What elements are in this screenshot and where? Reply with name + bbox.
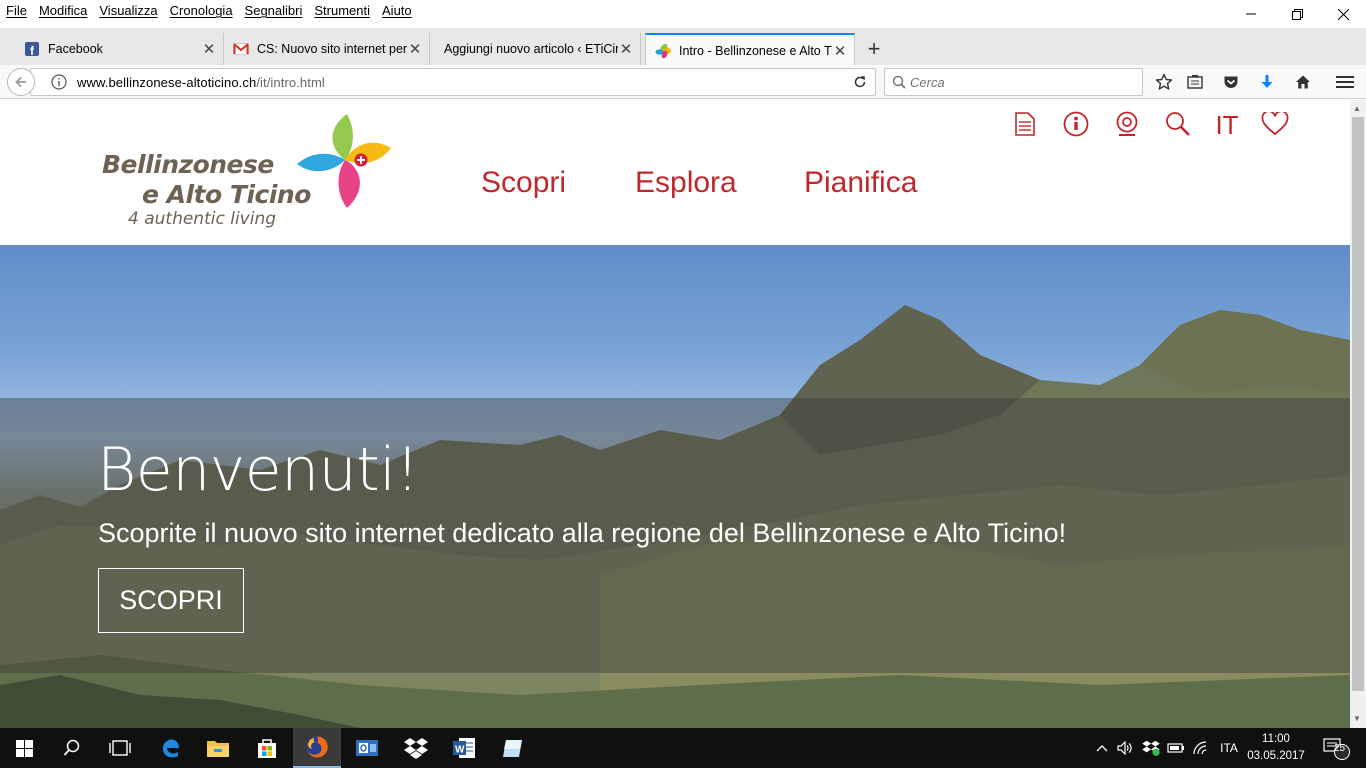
dropbox-icon[interactable] [392, 728, 440, 768]
site-flower-icon [655, 43, 671, 59]
page-scrollbar[interactable]: ▲ ▼ [1350, 100, 1366, 728]
site-search-icon[interactable] [1164, 110, 1192, 138]
reload-icon[interactable] [849, 71, 871, 93]
bookmark-star-icon[interactable] [1153, 71, 1175, 93]
menu-cronologia[interactable]: Cronologia [170, 3, 233, 18]
tab-gmail[interactable]: CS: Nuovo sito internet per i ✕ [225, 33, 430, 65]
brochure-icon[interactable] [1011, 110, 1039, 138]
tab-wordpress[interactable]: Aggiungi nuovo articolo ‹ ETiCin ✕ [431, 33, 641, 65]
scroll-up-arrow-icon[interactable]: ▲ [1353, 104, 1361, 113]
system-clock[interactable]: 11:00 03.05.2017 [1246, 731, 1306, 765]
back-button[interactable] [7, 68, 35, 96]
close-window-button[interactable] [1320, 0, 1366, 28]
facebook-icon: f [24, 41, 40, 57]
word-icon[interactable]: W [440, 728, 488, 768]
close-tab-icon[interactable]: ✕ [832, 42, 848, 60]
menu-strumenti[interactable]: Strumenti [314, 3, 370, 18]
site-info-icon[interactable] [49, 72, 69, 92]
close-tab-icon[interactable]: ✕ [618, 40, 634, 58]
url-path: /it/intro.html [256, 74, 325, 90]
url-domain: www.bellinzonese-altoticino.ch [77, 74, 257, 90]
favorites-heart-icon[interactable] [1261, 110, 1289, 138]
url-text[interactable]: www.bellinzonese-altoticino.ch/it/intro.… [77, 75, 325, 90]
close-tab-icon[interactable]: ✕ [407, 40, 423, 58]
close-tab-icon[interactable]: ✕ [201, 40, 217, 58]
task-view-icon[interactable] [96, 728, 144, 768]
nav-pianifica[interactable]: Pianifica [804, 166, 917, 200]
menu-aiuto[interactable]: Aiuto [382, 3, 412, 18]
notes-app-icon[interactable] [489, 728, 537, 768]
nav-esplora[interactable]: Esplora [635, 166, 737, 200]
hamburger-menu-icon[interactable] [1334, 71, 1356, 93]
navigation-toolbar: www.bellinzonese-altoticino.ch/it/intro.… [0, 65, 1366, 99]
hero-scopri-button[interactable]: SCOPRI [98, 568, 244, 633]
windows-start-icon[interactable] [0, 728, 48, 768]
menu-bar: File Modifica Visualizza Cronologia Segn… [0, 0, 1366, 22]
menu-modifica[interactable]: Modifica [39, 3, 87, 18]
hero-title: Benvenuti! [97, 435, 419, 505]
logo-line1[interactable]: Bellinzonese [102, 150, 274, 179]
action-center-icon[interactable]: 25 [1320, 728, 1354, 768]
taskbar-search-icon[interactable] [48, 728, 96, 768]
dropbox-sync-icon[interactable] [1141, 728, 1161, 768]
tab-title: CS: Nuovo sito internet per i [257, 42, 407, 56]
site-header: Bellinzonese e Alto Ticino 4 authentic l… [0, 100, 1350, 245]
minimize-button[interactable] [1228, 0, 1274, 28]
restore-button[interactable] [1274, 0, 1320, 28]
file-explorer-icon[interactable] [194, 728, 242, 768]
volume-icon[interactable] [1116, 728, 1134, 768]
menu-visualizza[interactable]: Visualizza [99, 3, 157, 18]
language-selector[interactable]: IT [1212, 110, 1242, 140]
hero-banner: Benvenuti! Scoprite il nuovo sito intern… [0, 245, 1350, 728]
tab-intro-active[interactable]: Intro - Bellinzonese e Alto Ti ✕ [645, 33, 855, 66]
search-bar[interactable] [884, 68, 1143, 96]
battery-icon[interactable] [1166, 728, 1186, 768]
windows-taskbar: W ITA 11:00 03.05.2017 25 [0, 728, 1366, 768]
firefox-taskbar-icon[interactable] [293, 728, 341, 768]
hero-subtitle: Scoprite il nuovo sito internet dedicato… [98, 518, 1067, 548]
search-icon [892, 75, 906, 89]
pocket-icon[interactable] [1220, 71, 1242, 93]
input-language[interactable]: ITA [1216, 728, 1242, 768]
url-bar[interactable]: www.bellinzonese-altoticino.ch/it/intro.… [30, 68, 876, 96]
scrollbar-thumb[interactable] [1352, 117, 1364, 691]
webcam-icon[interactable] [1113, 110, 1141, 138]
logo-flower-icon[interactable] [295, 112, 395, 212]
page-viewport: Bellinzonese e Alto Ticino 4 authentic l… [0, 100, 1350, 728]
reading-list-icon[interactable] [1184, 71, 1206, 93]
home-icon[interactable] [1292, 71, 1314, 93]
show-hidden-icons-icon[interactable] [1094, 728, 1110, 768]
tab-strip: f Facebook ✕ CS: Nuovo sito internet per… [0, 28, 1366, 66]
nav-scopri[interactable]: Scopri [481, 166, 566, 200]
tab-title: Facebook [48, 42, 103, 56]
scroll-down-arrow-icon[interactable]: ▼ [1353, 714, 1361, 723]
clock-date: 03.05.2017 [1247, 750, 1305, 762]
tab-title: Aggiungi nuovo articolo ‹ ETiCin [444, 42, 618, 56]
logo-line2[interactable]: e Alto Ticino [142, 180, 311, 209]
tab-title: Intro - Bellinzonese e Alto Ti [679, 43, 832, 58]
logo-tagline[interactable]: 4 authentic living [128, 209, 276, 229]
tab-facebook[interactable]: f Facebook ✕ [16, 33, 224, 65]
wifi-icon[interactable] [1192, 728, 1210, 768]
downloads-icon[interactable] [1256, 71, 1278, 93]
svg-text:W: W [455, 745, 465, 756]
info-icon[interactable] [1062, 110, 1090, 138]
outlook-icon[interactable] [343, 728, 391, 768]
search-input[interactable] [910, 74, 1110, 90]
menu-segnalibri[interactable]: Segnalibri [245, 3, 303, 18]
gmail-icon [233, 41, 249, 57]
edge-browser-icon[interactable] [146, 728, 194, 768]
notification-count: 25 [1334, 743, 1346, 754]
new-tab-button[interactable]: + [862, 36, 886, 62]
store-icon[interactable] [243, 728, 291, 768]
menu-file[interactable]: File [6, 3, 27, 18]
clock-time: 11:00 [1262, 733, 1290, 745]
